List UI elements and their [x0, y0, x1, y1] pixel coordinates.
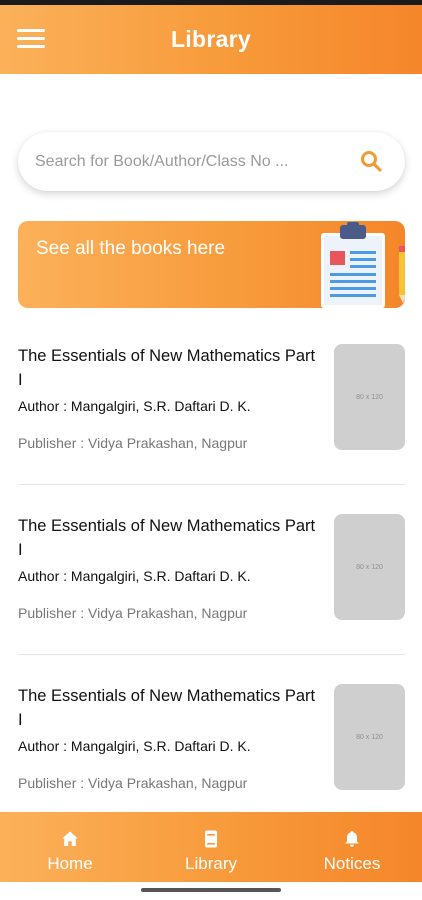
search-input[interactable] — [35, 132, 335, 191]
book-list-item[interactable]: The Essentials of New Mathematics Part I… — [0, 330, 422, 500]
thumb-placeholder-label: 80 x 120 — [356, 393, 383, 401]
nav-item-library[interactable]: Library — [141, 812, 281, 882]
book-publisher: Publisher : Vidya Prakashan, Nagpur — [18, 605, 248, 621]
book-publisher: Publisher : Vidya Prakashan, Nagpur — [18, 775, 248, 791]
search-icon[interactable] — [359, 149, 383, 173]
bell-icon — [345, 831, 359, 847]
nav-item-notices[interactable]: Notices — [282, 812, 422, 882]
book-author: Author : Mangalgiri, S.R. Daftari D. K. — [18, 738, 251, 754]
book-list-item[interactable]: The Essentials of New Mathematics Part I… — [0, 500, 422, 670]
book-author: Author : Mangalgiri, S.R. Daftari D. K. — [18, 568, 251, 584]
banner-text: See all the books here — [36, 238, 226, 259]
book-title: The Essentials of New Mathematics Part I — [18, 347, 316, 389]
book-title: The Essentials of New Mathematics Part I — [18, 517, 316, 559]
see-all-books-banner[interactable]: See all the books here — [18, 221, 405, 308]
clipboard-pencil-illustration — [321, 222, 405, 308]
nav-label: Home — [47, 854, 93, 873]
book-publisher: Publisher : Vidya Prakashan, Nagpur — [18, 435, 248, 451]
divider — [18, 654, 405, 655]
nav-item-home[interactable]: Home — [0, 812, 140, 882]
search-bar — [18, 132, 405, 191]
page-title: Library — [170, 26, 252, 52]
book-author: Author : Mangalgiri, S.R. Daftari D. K. — [18, 398, 251, 414]
nav-label: Library — [185, 854, 237, 873]
book-cover-placeholder: 80 x 120 — [334, 684, 405, 790]
thumb-placeholder-label: 80 x 120 — [356, 563, 383, 571]
gesture-handle[interactable] — [141, 888, 281, 892]
home-icon — [62, 831, 78, 846]
book-title: The Essentials of New Mathematics Part I — [18, 687, 316, 729]
bottom-navigation: Home Library Notices — [0, 812, 422, 882]
divider — [18, 484, 405, 485]
nav-label: Notices — [323, 854, 381, 873]
book-cover-placeholder: 80 x 120 — [334, 514, 405, 620]
book-icon — [205, 830, 217, 848]
thumb-placeholder-label: 80 x 120 — [356, 733, 383, 741]
app-header: Library — [0, 5, 422, 74]
book-list: The Essentials of New Mathematics Part I… — [0, 330, 422, 840]
book-cover-placeholder: 80 x 120 — [334, 344, 405, 450]
